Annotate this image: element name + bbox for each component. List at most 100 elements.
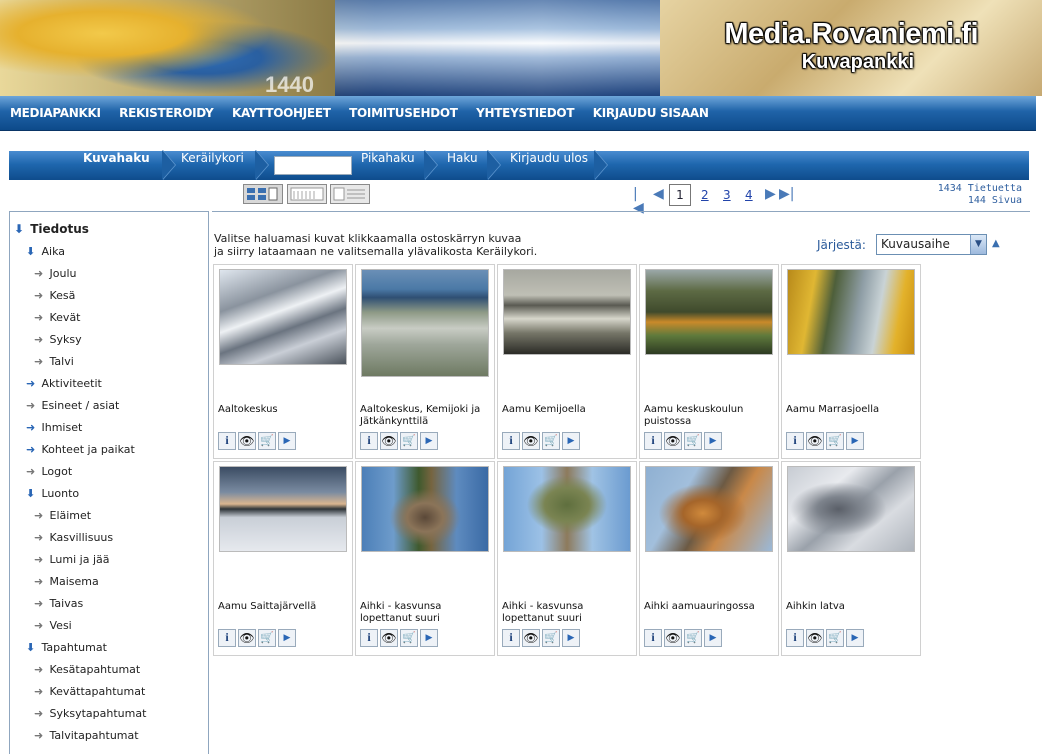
play-icon[interactable]: ▶ — [420, 432, 438, 450]
image-caption[interactable]: Aamu Saittajärvellä — [218, 601, 350, 613]
category-elaimet[interactable]: ➜ Eläimet — [34, 509, 91, 522]
image-caption[interactable]: Aihki aamuauringossa — [644, 601, 776, 613]
info-icon[interactable]: i — [360, 432, 378, 450]
prev-page-icon[interactable]: ◀ — [653, 187, 664, 201]
cart-icon[interactable]: 🛒 — [258, 629, 276, 647]
image-caption[interactable]: Aamu Marrasjoella — [786, 404, 918, 416]
list-view-button[interactable] — [330, 184, 370, 204]
category-syksy[interactable]: ➜ Syksy — [34, 333, 82, 346]
category-aktiviteetit[interactable]: ➜ Aktiviteetit — [26, 377, 102, 390]
view-icon[interactable]: 👁 — [238, 432, 256, 450]
sort-direction-icon[interactable]: ▲ — [992, 238, 1000, 249]
cart-icon[interactable]: 🛒 — [258, 432, 276, 450]
view-icon[interactable]: 👁 — [806, 629, 824, 647]
thumbnail[interactable] — [219, 269, 347, 365]
view-icon[interactable]: 👁 — [380, 629, 398, 647]
info-icon[interactable]: i — [502, 432, 520, 450]
info-icon[interactable]: i — [786, 432, 804, 450]
thumbnail[interactable] — [503, 466, 631, 552]
category-kasvillisuus[interactable]: ➜ Kasvillisuus — [34, 531, 113, 544]
info-icon[interactable]: i — [644, 432, 662, 450]
strip-view-button[interactable] — [287, 184, 327, 204]
cart-icon[interactable]: 🛒 — [684, 432, 702, 450]
category-kesa[interactable]: ➜ Kesä — [34, 289, 75, 302]
thumbnail[interactable] — [503, 269, 631, 355]
view-icon[interactable]: 👁 — [522, 432, 540, 450]
view-icon[interactable]: 👁 — [664, 432, 682, 450]
category-talvi[interactable]: ➜ Talvi — [34, 355, 74, 368]
thumbnail[interactable] — [645, 269, 773, 355]
nav-yhteystiedot[interactable]: YHTEYSTIEDOT — [466, 96, 574, 131]
nav-mediapankki[interactable]: MEDIAPANKKI — [0, 96, 101, 131]
subnav-kuvahaku[interactable]: Kuvahaku — [83, 151, 150, 180]
thumbnail[interactable] — [361, 269, 489, 377]
image-caption[interactable]: Aihkin latva — [786, 601, 918, 613]
view-icon[interactable]: 👁 — [522, 629, 540, 647]
play-icon[interactable]: ▶ — [562, 629, 580, 647]
info-icon[interactable]: i — [360, 629, 378, 647]
category-maisema[interactable]: ➜ Maisema — [34, 575, 99, 588]
category-esineet[interactable]: ➜ Esineet / asiat — [26, 399, 119, 412]
category-kevattapahtumat[interactable]: ➜ Kevättapahtumat — [34, 685, 145, 698]
category-syksytapahtumat[interactable]: ➜ Syksytapahtumat — [34, 707, 146, 720]
subnav-haku[interactable]: Haku — [447, 151, 478, 180]
info-icon[interactable]: i — [218, 432, 236, 450]
subnav-pikahaku[interactable]: Pikahaku — [361, 151, 415, 180]
image-caption[interactable]: Aihki - kasvunsa lopettanut suuri — [360, 601, 492, 625]
cart-icon[interactable]: 🛒 — [400, 432, 418, 450]
category-kohteet[interactable]: ➜ Kohteet ja paikat — [26, 443, 135, 456]
play-icon[interactable]: ▶ — [704, 432, 722, 450]
info-icon[interactable]: i — [218, 629, 236, 647]
image-caption[interactable]: Aaltokeskus — [218, 404, 350, 416]
cart-icon[interactable]: 🛒 — [684, 629, 702, 647]
category-tapahtumat[interactable]: ⬇ Tapahtumat — [26, 641, 107, 654]
play-icon[interactable]: ▶ — [846, 432, 864, 450]
play-icon[interactable]: ▶ — [420, 629, 438, 647]
view-icon[interactable]: 👁 — [806, 432, 824, 450]
image-caption[interactable]: Aaltokeskus, Kemijoki ja Jätkänkynttilä — [360, 404, 492, 428]
category-talvitapahtumat[interactable]: ➜ Talvitapahtumat — [34, 729, 139, 742]
thumbnail[interactable] — [787, 466, 915, 552]
category-tiedotus[interactable]: ⬇ Tiedotus — [14, 222, 89, 236]
play-icon[interactable]: ▶ — [846, 629, 864, 647]
cart-icon[interactable]: 🛒 — [400, 629, 418, 647]
view-icon[interactable]: 👁 — [380, 432, 398, 450]
cart-icon[interactable]: 🛒 — [826, 432, 844, 450]
sort-select[interactable]: Kuvausaihe ▼ — [876, 234, 987, 255]
play-icon[interactable]: ▶ — [278, 629, 296, 647]
nav-toimitusehdot[interactable]: TOIMITUSEHDOT — [339, 96, 458, 131]
info-icon[interactable]: i — [502, 629, 520, 647]
category-kevat[interactable]: ➜ Kevät — [34, 311, 81, 324]
category-luonto[interactable]: ⬇ Luonto — [26, 487, 79, 500]
next-page-icon[interactable]: ▶ — [765, 187, 776, 201]
category-joulu[interactable]: ➜ Joulu — [34, 267, 76, 280]
category-lumi-ja-jaa[interactable]: ➜ Lumi ja jää — [34, 553, 110, 566]
cart-icon[interactable]: 🛒 — [542, 432, 560, 450]
page-link-4[interactable]: 4 — [745, 188, 753, 202]
image-caption[interactable]: Aamu keskuskoulun puistossa — [644, 404, 776, 428]
play-icon[interactable]: ▶ — [704, 629, 722, 647]
category-vesi[interactable]: ➜ Vesi — [34, 619, 72, 632]
subnav-kerailykori[interactable]: Keräilykori — [181, 151, 244, 180]
category-aika[interactable]: ⬇ Aika — [26, 245, 65, 258]
view-icon[interactable]: 👁 — [238, 629, 256, 647]
image-caption[interactable]: Aamu Kemijoella — [502, 404, 634, 416]
thumbnail[interactable] — [787, 269, 915, 355]
nav-kirjaudu-sisaan[interactable]: KIRJAUDU SISAAN — [583, 96, 709, 131]
category-ihmiset[interactable]: ➜ Ihmiset — [26, 421, 82, 434]
page-link-2[interactable]: 2 — [701, 188, 709, 202]
thumbnail[interactable] — [645, 466, 773, 552]
info-icon[interactable]: i — [786, 629, 804, 647]
view-icon[interactable]: 👁 — [664, 629, 682, 647]
quick-search-input[interactable] — [274, 156, 352, 175]
subnav-kirjaudu-ulos[interactable]: Kirjaudu ulos — [510, 151, 588, 180]
page-link-3[interactable]: 3 — [723, 188, 731, 202]
thumbnail[interactable] — [361, 466, 489, 552]
nav-kayttoohjeet[interactable]: KAYTTOOHJEET — [222, 96, 331, 131]
last-page-icon[interactable]: ▶| — [779, 187, 794, 201]
category-taivas[interactable]: ➜ Taivas — [34, 597, 83, 610]
info-icon[interactable]: i — [644, 629, 662, 647]
category-kesatapahtumat[interactable]: ➜ Kesätapahtumat — [34, 663, 140, 676]
cart-icon[interactable]: 🛒 — [542, 629, 560, 647]
cart-icon[interactable]: 🛒 — [826, 629, 844, 647]
